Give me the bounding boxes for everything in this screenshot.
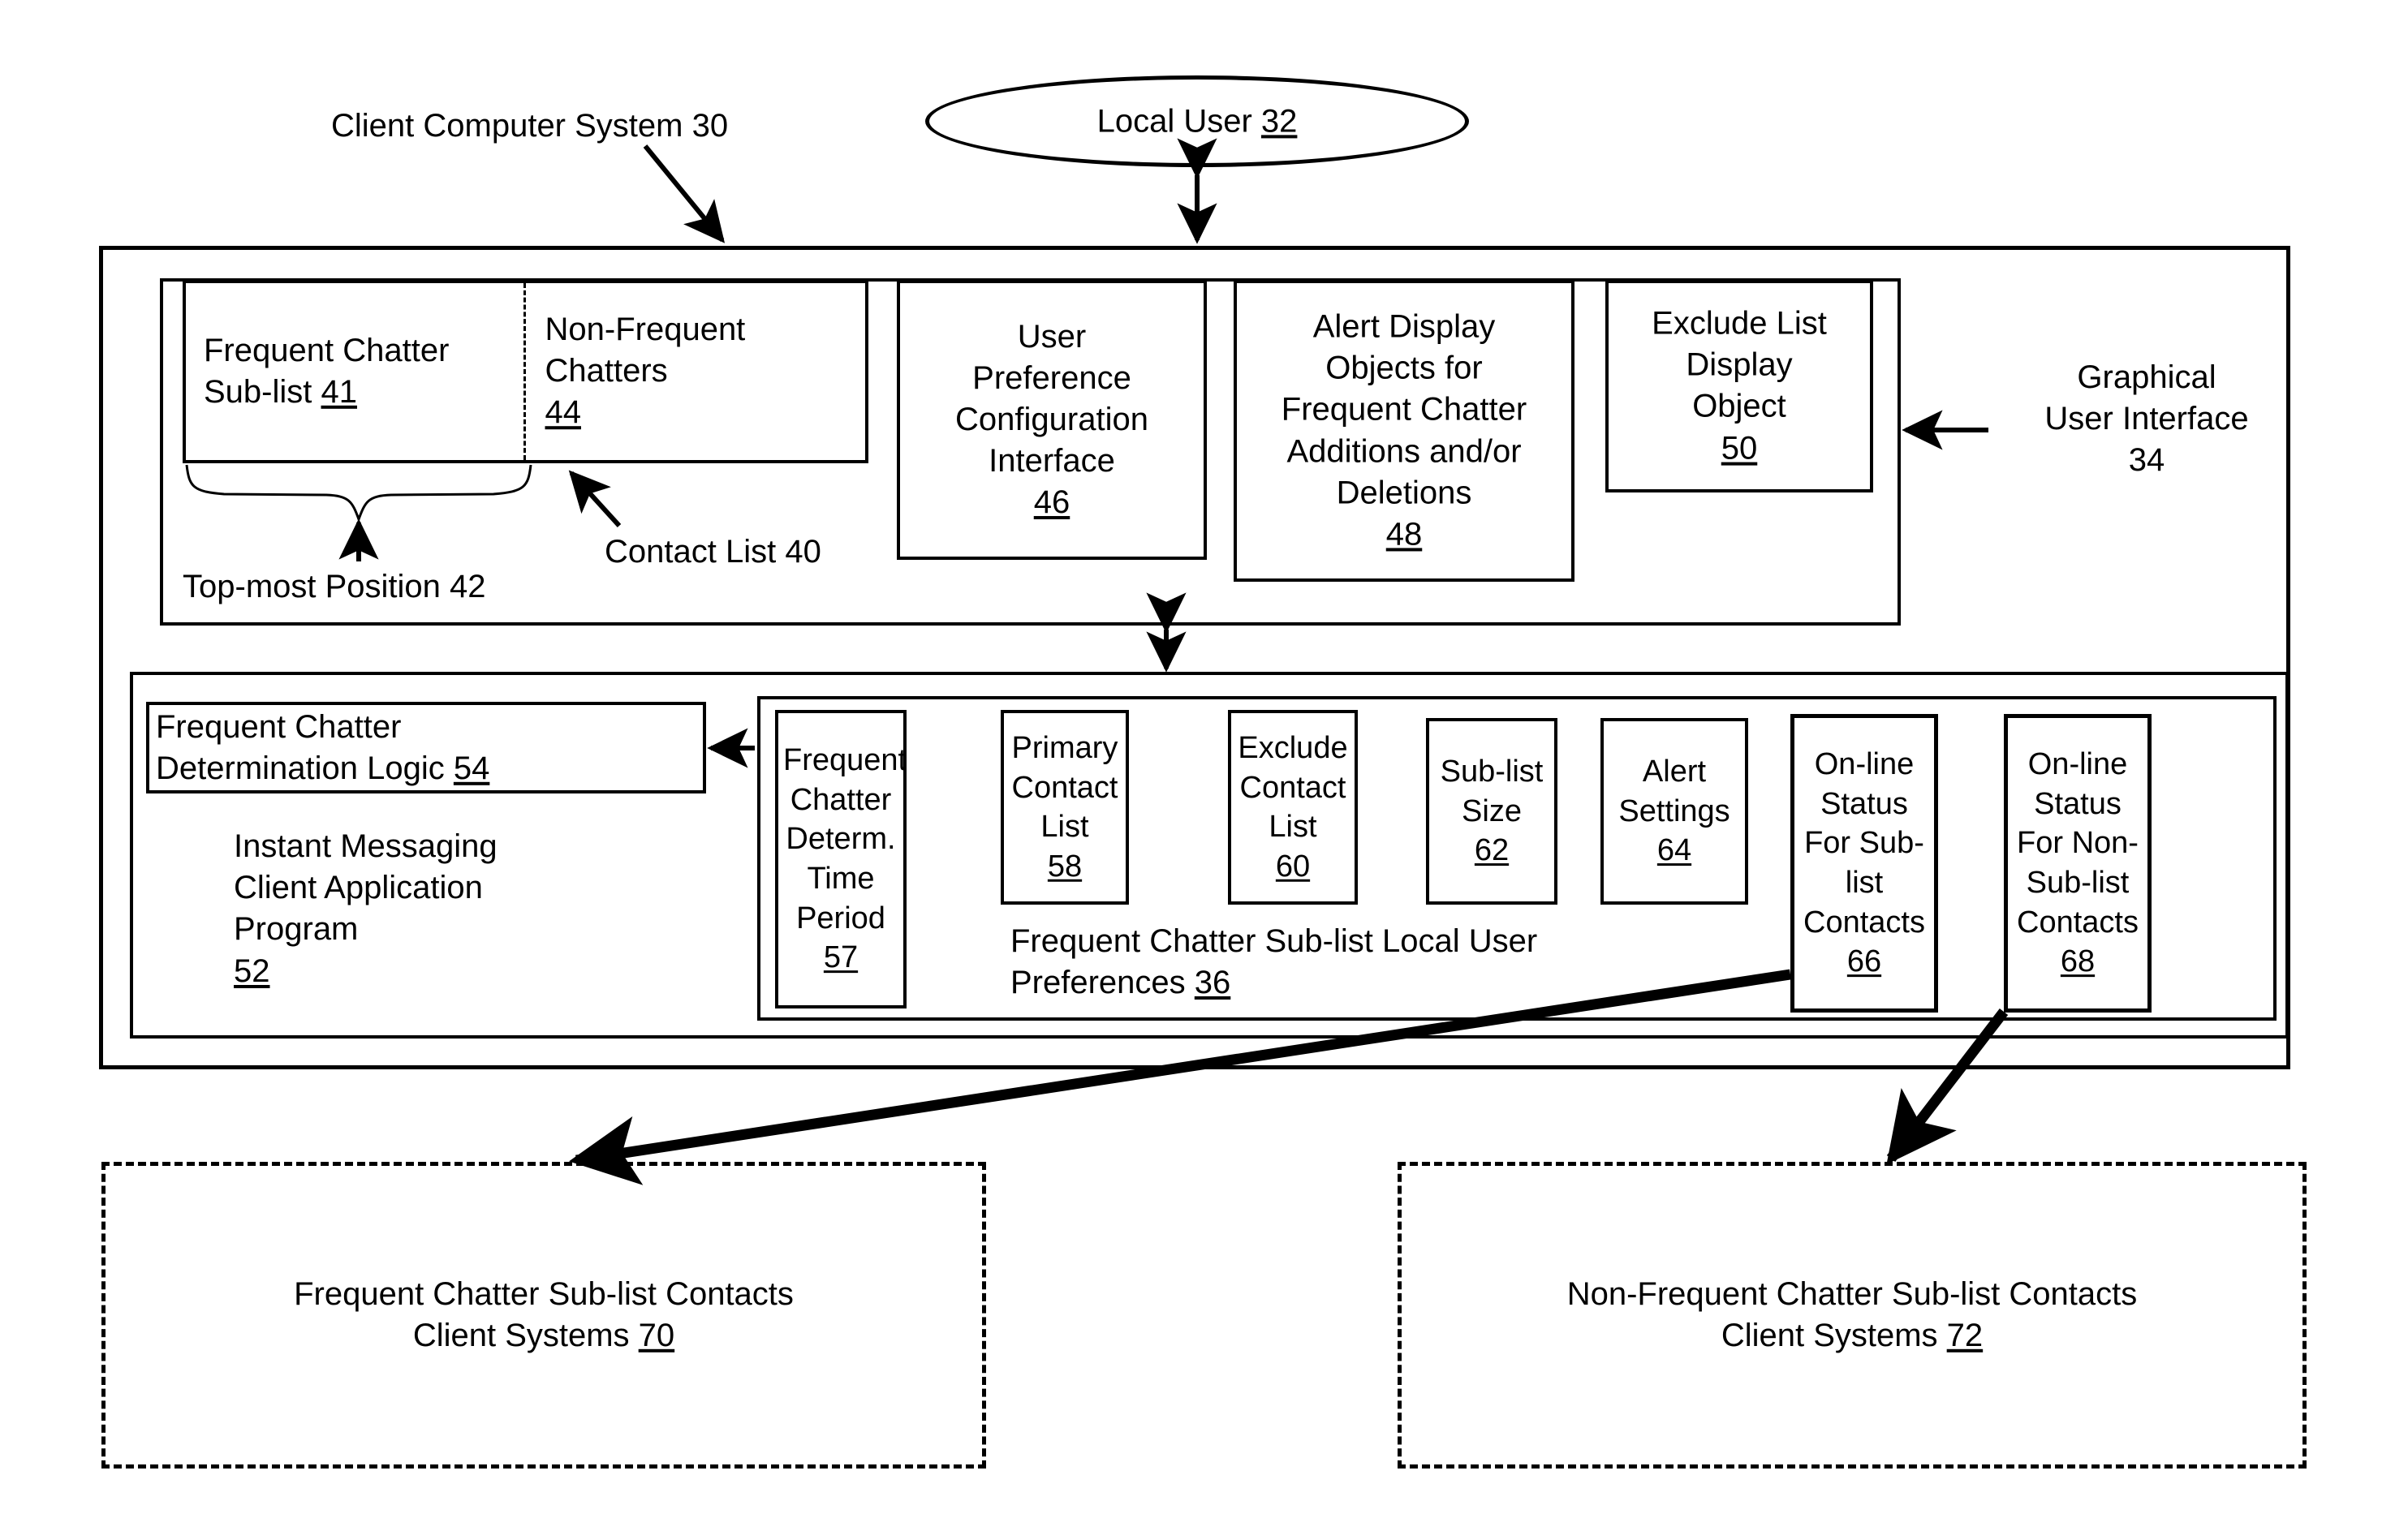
preferences-caption-ref: 36 (1194, 965, 1231, 1001)
frequent-chatter-sublist-ref: 41 (321, 374, 358, 410)
non-frequent-chatter-sublist-contacts-label: Non-Frequent Chatter Sub-list Contacts C… (1402, 1274, 2302, 1357)
alert-settings-label: Alert Settings 64 (1604, 752, 1745, 871)
preferences-caption-text: Frequent Chatter Sub-list Local User Pre… (1010, 923, 1538, 1001)
instant-messaging-program-ref: 52 (234, 953, 270, 989)
user-preference-configuration-interface-box[interactable]: User Preference Configuration Interface … (897, 280, 1207, 560)
local-user-label: Local User 32 (929, 101, 1465, 142)
pref-57-text: Frequent Chatter Determ. Time Period (783, 743, 907, 935)
non-frequent-chatters-text: Non-Frequent Chatters (545, 312, 746, 389)
pref-68-ref: 68 (2060, 944, 2096, 979)
sub-list-size-box[interactable]: Sub-list Size 62 (1426, 718, 1557, 905)
pref-64-text: Alert Settings (1618, 755, 1730, 828)
pref-62-text: Sub-list Size (1440, 755, 1544, 828)
instant-messaging-client-application-program-label: Instant Messaging Client Application Pro… (234, 826, 498, 992)
client-computer-system-label: Client Computer System 30 (331, 108, 729, 144)
user-preference-configuration-interface-label: User Preference Configuration Interface … (900, 316, 1204, 524)
external-70-text: Frequent Chatter Sub-list Contacts Clien… (294, 1275, 794, 1353)
exclude-contact-list-box[interactable]: Exclude Contact List 60 (1228, 710, 1358, 905)
non-frequent-chatters-ref: 44 (545, 394, 582, 431)
online-status-non-sublist-contacts-label: On-line Status For Non- Sub-list Contact… (2008, 745, 2147, 982)
user-preference-configuration-interface-text: User Preference Configuration Interface (955, 318, 1148, 479)
top-most-position-annotation: Top-most Position 42 (183, 569, 486, 604)
gui-label-line2: User Interface (2044, 401, 2249, 437)
non-frequent-chatters-cell[interactable]: Non-Frequent Chatters 44 (526, 283, 866, 460)
figure-canvas: Client Computer System 30 Local User 32 … (0, 0, 2408, 1518)
online-status-sublist-contacts-box[interactable]: On-line Status For Sub- list Contacts 66 (1790, 714, 1938, 1013)
pref-68-text: On-line Status For Non- Sub-list Contact… (2017, 747, 2139, 940)
pref-66-text: On-line Status For Sub- list Contacts (1803, 747, 1925, 940)
pref-57-ref: 57 (823, 940, 859, 975)
non-frequent-chatters-label: Non-Frequent Chatters 44 (526, 309, 866, 434)
pref-60-text: Exclude Contact List (1238, 730, 1348, 844)
contact-list-box[interactable]: Frequent Chatter Sub-list 41 Non-Frequen… (183, 280, 868, 463)
non-frequent-chatter-sublist-contacts-client-systems-box[interactable]: Non-Frequent Chatter Sub-list Contacts C… (1398, 1162, 2307, 1469)
frequent-chatter-determination-logic-box[interactable]: Frequent Chatter Determination Logic 54 (146, 702, 706, 793)
alert-display-objects-text: Alert Display Objects for Frequent Chatt… (1281, 308, 1527, 511)
frequent-chatter-determ-time-period-label: Frequent Chatter Determ. Time Period 57 (778, 741, 907, 978)
local-user-ellipse: Local User 32 (925, 75, 1469, 167)
preferences-caption: Frequent Chatter Sub-list Local User Pre… (1010, 921, 1537, 1004)
pref-58-text: Primary Contact List (1011, 730, 1118, 844)
frequent-chatter-sublist-cell[interactable]: Frequent Chatter Sub-list 41 (186, 283, 526, 460)
graphical-user-interface-label: Graphical User Interface 34 (2005, 357, 2289, 482)
external-72-text: Non-Frequent Chatter Sub-list Contacts C… (1566, 1275, 2138, 1353)
frequent-chatter-determination-logic-ref: 54 (453, 750, 490, 786)
user-preference-configuration-interface-ref: 46 (1033, 484, 1070, 521)
exclude-list-display-object-label: Exclude List Display Object 50 (1609, 303, 1870, 470)
exclude-list-display-object-box[interactable]: Exclude List Display Object 50 (1605, 280, 1873, 492)
client-computer-system-leader-arrow (643, 144, 726, 243)
pref-58-ref: 58 (1047, 849, 1083, 884)
online-status-non-sublist-contacts-box[interactable]: On-line Status For Non- Sub-list Contact… (2004, 714, 2152, 1013)
external-72-ref: 72 (1946, 1318, 1984, 1353)
local-user-name: Local User (1096, 102, 1252, 139)
pref-60-ref: 60 (1275, 849, 1311, 884)
external-70-ref: 70 (638, 1318, 675, 1353)
alert-display-objects-ref: 48 (1385, 516, 1423, 553)
pref-66-ref: 66 (1846, 944, 1882, 979)
instant-messaging-program-text: Instant Messaging Client Application Pro… (234, 828, 498, 948)
frequent-chatter-sublist-contacts-label: Frequent Chatter Sub-list Contacts Clien… (106, 1274, 982, 1357)
frequent-chatter-sublist-contacts-client-systems-box[interactable]: Frequent Chatter Sub-list Contacts Clien… (101, 1162, 986, 1469)
online-status-sublist-contacts-label: On-line Status For Sub- list Contacts 66 (1794, 745, 1934, 982)
local-user-ref: 32 (1260, 102, 1298, 139)
frequent-chatter-determ-time-period-box[interactable]: Frequent Chatter Determ. Time Period 57 (775, 710, 907, 1008)
primary-contact-list-label: Primary Contact List 58 (1004, 729, 1126, 887)
alert-settings-box[interactable]: Alert Settings 64 (1600, 718, 1748, 905)
frequent-chatter-determination-logic-label: Frequent Chatter Determination Logic 54 (149, 706, 703, 789)
exclude-list-display-object-ref: 50 (1721, 430, 1758, 467)
frequent-chatter-determination-logic-text: Frequent Chatter Determination Logic (156, 708, 445, 786)
exclude-contact-list-label: Exclude Contact List 60 (1231, 729, 1355, 887)
exclude-list-display-object-text: Exclude List Display Object (1652, 305, 1827, 424)
pref-62-ref: 62 (1474, 833, 1510, 868)
gui-label-line1: Graphical (2077, 359, 2216, 395)
alert-display-objects-label: Alert Display Objects for Frequent Chatt… (1237, 306, 1571, 555)
primary-contact-list-box[interactable]: Primary Contact List 58 (1001, 710, 1129, 905)
contact-list-annotation: Contact List 40 (605, 534, 821, 570)
pref-64-ref: 64 (1656, 833, 1692, 868)
frequent-chatter-sublist-label: Frequent Chatter Sub-list 41 (186, 330, 523, 413)
alert-display-objects-box[interactable]: Alert Display Objects for Frequent Chatt… (1234, 280, 1574, 582)
gui-label-line3: 34 (2128, 442, 2165, 479)
sub-list-size-label: Sub-list Size 62 (1429, 752, 1554, 871)
